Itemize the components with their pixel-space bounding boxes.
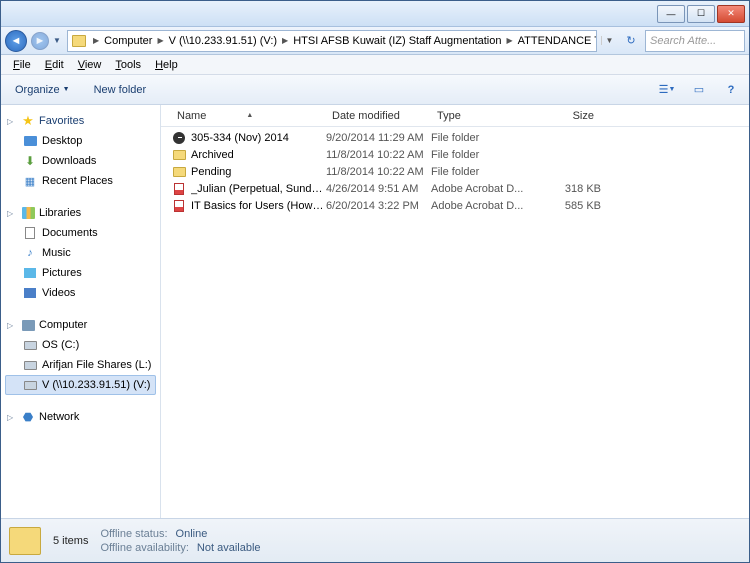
sidebar-item-drive-c[interactable]: OS (C:) <box>5 335 156 355</box>
sidebar-item-pictures[interactable]: Pictures <box>5 263 156 283</box>
file-row[interactable]: 305-334 (Nov) 20149/20/2014 11:29 AMFile… <box>161 129 749 146</box>
file-row[interactable]: Archived11/8/2014 10:22 AMFile folder <box>161 146 749 163</box>
file-date: 11/8/2014 10:22 AM <box>326 166 431 178</box>
file-size: 318 KB <box>531 183 601 195</box>
file-type: Adobe Acrobat D... <box>431 200 531 212</box>
sidebar-favorites-header[interactable]: ▷★Favorites <box>5 111 156 131</box>
file-type: File folder <box>431 166 531 178</box>
item-count: 5 items <box>53 535 88 547</box>
refresh-button[interactable]: ↻ <box>621 34 641 47</box>
body: ▷★Favorites Desktop ⬇Downloads ▦Recent P… <box>1 105 749 518</box>
file-row[interactable]: _Julian (Perpetual, Sundays Marked for 2… <box>161 180 749 197</box>
file-type: File folder <box>431 149 531 161</box>
address-bar[interactable]: ▶ Computer ▶ V (\\10.233.91.51) (V:) ▶ H… <box>67 30 597 52</box>
organize-button[interactable]: Organize ▼ <box>9 81 76 99</box>
menu-bar: File Edit View Tools Help <box>1 55 749 75</box>
file-name: Pending <box>191 166 326 178</box>
file-row[interactable]: Pending11/8/2014 10:22 AMFile folder <box>161 163 749 180</box>
new-folder-button[interactable]: New folder <box>88 81 153 99</box>
details-pane: 5 items Offline status: Online Offline a… <box>1 518 749 562</box>
pdf-icon <box>174 200 184 212</box>
help-button[interactable]: ? <box>721 80 741 100</box>
sidebar-computer-header[interactable]: ▷Computer <box>5 315 156 335</box>
close-button[interactable]: ✕ <box>717 5 745 23</box>
minimize-button[interactable]: — <box>657 5 685 23</box>
folder-icon <box>173 150 186 160</box>
file-list-pane: Name▲ Date modified Type Size 305-334 (N… <box>161 105 749 518</box>
view-options-button[interactable]: ☰ ▼ <box>657 80 677 100</box>
sidebar-item-videos[interactable]: Videos <box>5 283 156 303</box>
file-name: 305-334 (Nov) 2014 <box>191 132 326 144</box>
sidebar-network-header[interactable]: ▷⬣Network <box>5 407 156 427</box>
maximize-button[interactable]: ☐ <box>687 5 715 23</box>
column-headers: Name▲ Date modified Type Size <box>161 105 749 127</box>
chevron-icon[interactable]: ▶ <box>154 36 166 45</box>
sidebar-item-documents[interactable]: Documents <box>5 223 156 243</box>
sidebar-item-desktop[interactable]: Desktop <box>5 131 156 151</box>
nav-history-dropdown[interactable]: ▼ <box>53 36 63 45</box>
folder-icon <box>72 35 86 47</box>
menu-view[interactable]: View <box>72 57 108 73</box>
sidebar-item-drive-l[interactable]: Arifjan File Shares (L:) <box>5 355 156 375</box>
chevron-icon[interactable]: ▶ <box>90 36 102 45</box>
menu-help[interactable]: Help <box>149 57 184 73</box>
preview-pane-button[interactable]: ▭ <box>689 80 709 100</box>
sidebar-libraries-header[interactable]: ▷Libraries <box>5 203 156 223</box>
title-bar[interactable]: — ☐ ✕ <box>1 1 749 27</box>
nav-bar: ◄ ► ▼ ▶ Computer ▶ V (\\10.233.91.51) (V… <box>1 27 749 55</box>
file-date: 4/26/2014 9:51 AM <box>326 183 431 195</box>
file-date: 6/20/2014 3:22 PM <box>326 200 431 212</box>
back-button[interactable]: ◄ <box>5 30 27 52</box>
sidebar-item-drive-v[interactable]: V (\\10.233.91.51) (V:) <box>5 375 156 395</box>
file-type: Adobe Acrobat D... <box>431 183 531 195</box>
column-header-date[interactable]: Date modified <box>326 110 431 122</box>
command-bar: Organize ▼ New folder ☰ ▼ ▭ ? <box>1 75 749 105</box>
menu-file[interactable]: File <box>7 57 37 73</box>
breadcrumb-segment[interactable]: Computer <box>102 35 154 47</box>
offline-status-label: Offline status: <box>100 528 167 540</box>
clock-icon <box>173 132 185 144</box>
sidebar-item-music[interactable]: ♪Music <box>5 243 156 263</box>
breadcrumb-segment[interactable]: HTSI AFSB Kuwait (IZ) Staff Augmentation <box>291 35 503 47</box>
file-name: Archived <box>191 149 326 161</box>
file-date: 9/20/2014 11:29 AM <box>326 132 431 144</box>
file-list: 305-334 (Nov) 20149/20/2014 11:29 AMFile… <box>161 127 749 518</box>
folder-icon <box>173 167 186 177</box>
offline-availability-label: Offline availability: <box>100 542 188 554</box>
breadcrumb-segment[interactable]: V (\\10.233.91.51) (V:) <box>167 35 279 47</box>
pdf-icon <box>174 183 184 195</box>
file-date: 11/8/2014 10:22 AM <box>326 149 431 161</box>
column-header-type[interactable]: Type <box>431 110 531 122</box>
search-input[interactable]: Search Atte... <box>645 30 745 52</box>
column-header-name[interactable]: Name▲ <box>171 110 326 122</box>
file-name: _Julian (Perpetual, Sundays Marked for 2… <box>191 183 326 195</box>
window-controls: — ☐ ✕ <box>657 5 745 23</box>
offline-status-value: Online <box>176 528 208 540</box>
menu-tools[interactable]: Tools <box>109 57 147 73</box>
menu-edit[interactable]: Edit <box>39 57 70 73</box>
breadcrumb-segment[interactable]: ATTENDANCE TRACKER <box>516 35 597 47</box>
forward-button[interactable]: ► <box>31 32 49 50</box>
file-row[interactable]: IT Basics for Users (How to Digitally Si… <box>161 197 749 214</box>
explorer-window: — ☐ ✕ ◄ ► ▼ ▶ Computer ▶ V (\\10.233.91.… <box>0 0 750 563</box>
file-size: 585 KB <box>531 200 601 212</box>
folder-icon <box>9 527 41 555</box>
file-type: File folder <box>431 132 531 144</box>
address-dropdown[interactable]: ▼ <box>601 36 617 45</box>
navigation-pane: ▷★Favorites Desktop ⬇Downloads ▦Recent P… <box>1 105 161 518</box>
file-name: IT Basics for Users (How to Digitally Si… <box>191 200 326 212</box>
sidebar-item-recent-places[interactable]: ▦Recent Places <box>5 171 156 191</box>
sidebar-item-downloads[interactable]: ⬇Downloads <box>5 151 156 171</box>
column-header-size[interactable]: Size <box>531 110 601 122</box>
chevron-icon[interactable]: ▶ <box>503 36 515 45</box>
offline-availability-value: Not available <box>197 542 261 554</box>
chevron-icon[interactable]: ▶ <box>279 36 291 45</box>
